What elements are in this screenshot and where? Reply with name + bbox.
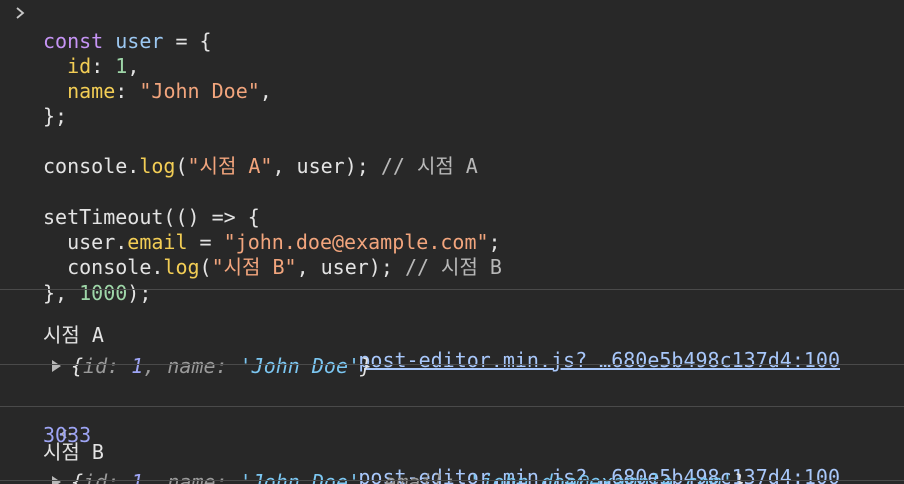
object-preview[interactable]: {id: 1, name: 'John Doe'} bbox=[0, 329, 904, 378]
divider bbox=[0, 480, 904, 481]
code-line-1: const user = { bbox=[43, 29, 212, 53]
code-line-8: setTimeout(() => { bbox=[43, 205, 260, 229]
code-line-6: console.log("시점 A", user); // 시점 A bbox=[43, 154, 478, 178]
return-value-row: 3033 bbox=[0, 373, 904, 447]
code-line-3: name: "John Doe", bbox=[67, 79, 272, 103]
code-line-4: }; bbox=[43, 104, 68, 128]
divider bbox=[0, 289, 904, 290]
expand-triangle-icon[interactable] bbox=[52, 360, 61, 372]
code-line-2: id: 1, bbox=[67, 54, 140, 78]
divider bbox=[0, 364, 904, 365]
code-line-10: console.log("시점 B", user); // 시점 B bbox=[43, 255, 502, 279]
object-preview[interactable]: {id: 1, name: 'John Doe', email: 'john.d… bbox=[0, 445, 904, 484]
code-line-11: }, 1000); bbox=[43, 281, 152, 305]
code-line-9: user.email = "john.doe@example.com"; bbox=[43, 230, 501, 254]
divider bbox=[0, 406, 904, 407]
